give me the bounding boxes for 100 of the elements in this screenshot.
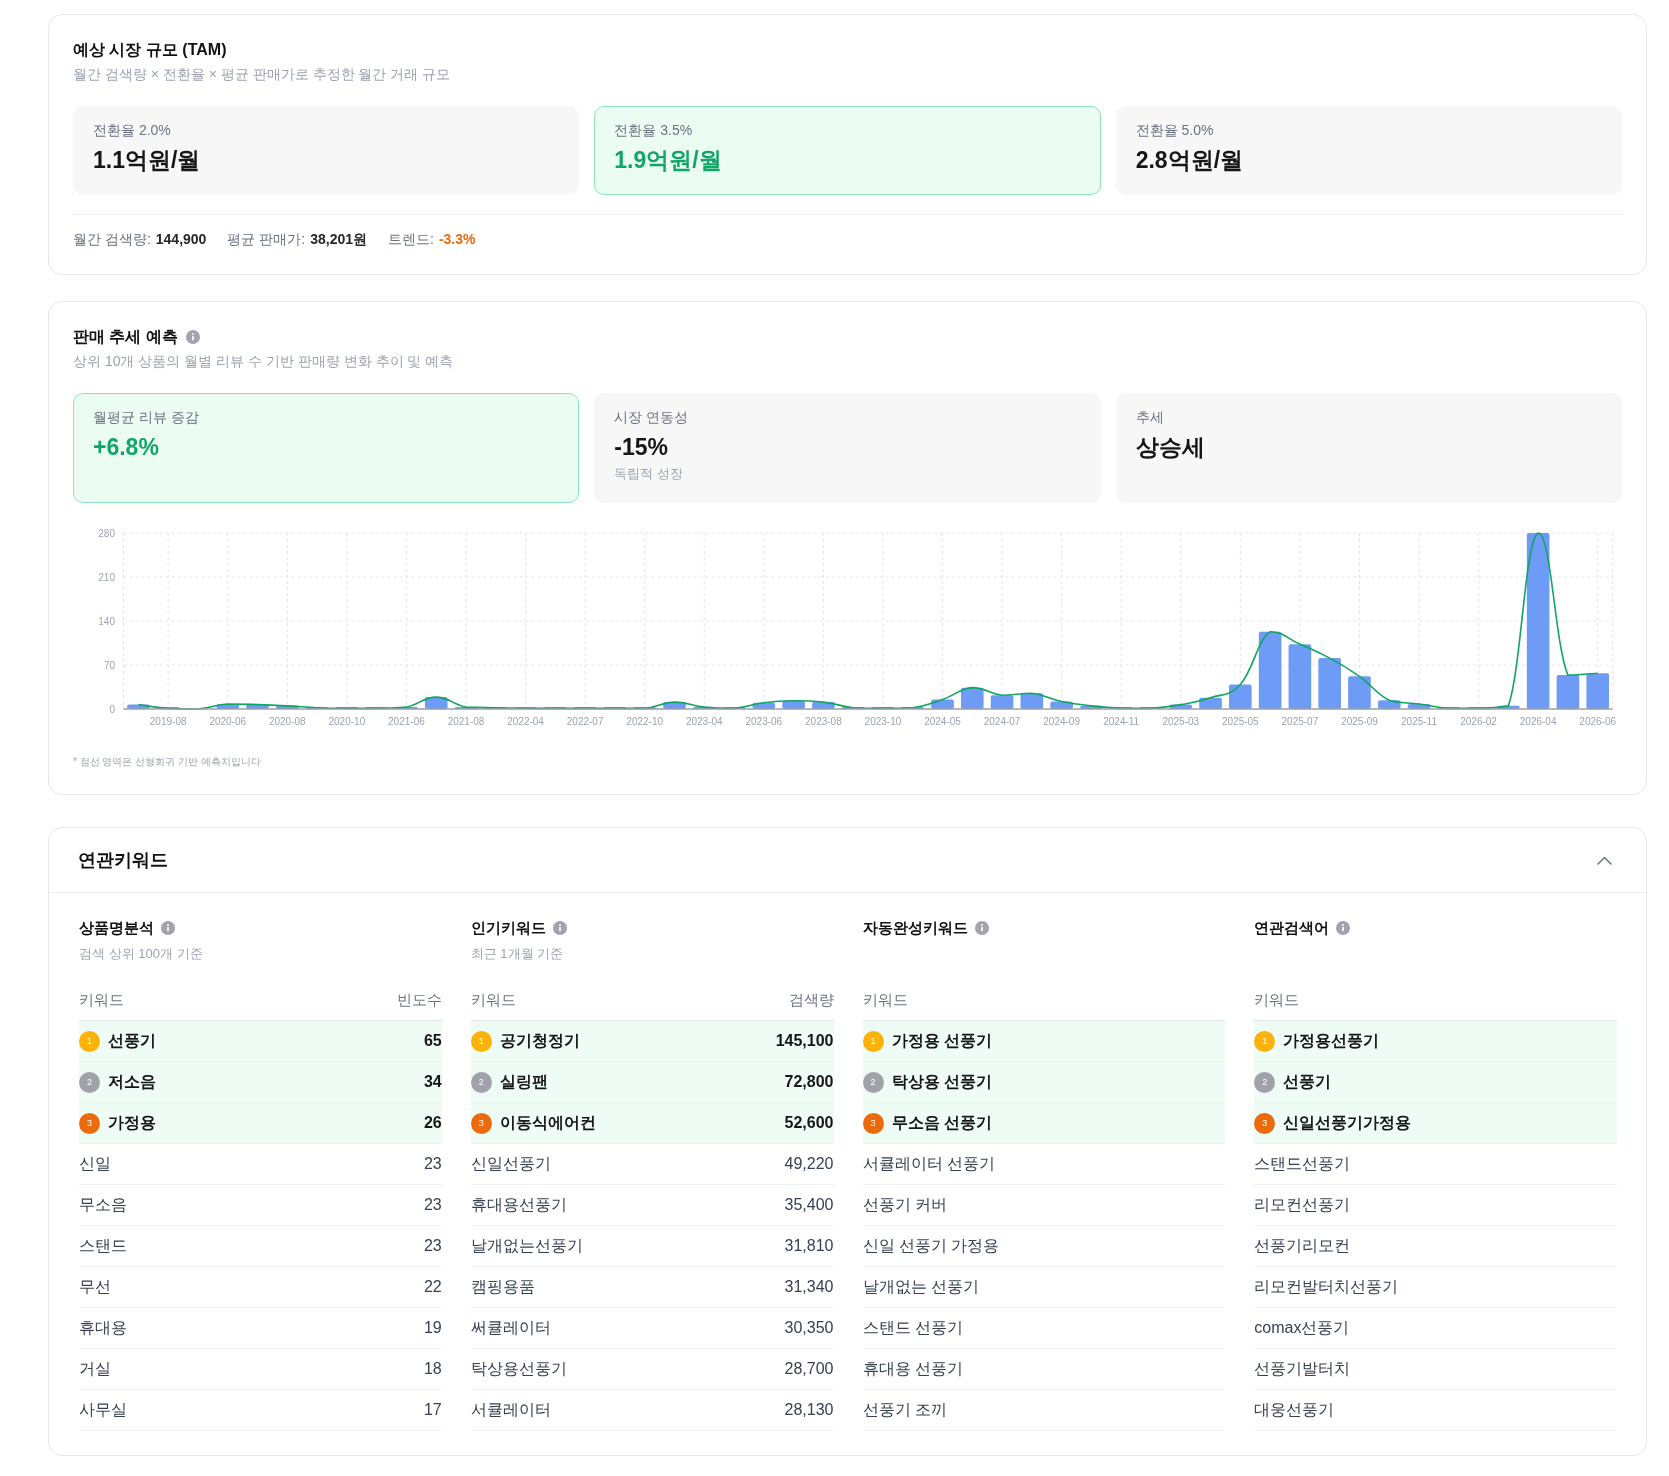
keyword-cell-text: 이동식에어컨	[499, 1112, 596, 1133]
keyword-cell-text: 써큘레이터	[470, 1317, 551, 1338]
keyword-cell-text: 휴대용선풍기	[470, 1194, 567, 1215]
x-axis-label: 2025-03	[1162, 715, 1200, 727]
keyword-cell-text: 가정용	[108, 1112, 156, 1133]
x-axis-label: 2022-10	[626, 715, 664, 727]
x-axis-label: 2022-04	[507, 715, 544, 727]
value-cell: 34	[423, 1073, 442, 1091]
keyword-cell-text: 무소음 선풍기	[891, 1112, 992, 1133]
stat-value: 38,201원	[310, 230, 367, 249]
keyword-cell-text: 신일	[79, 1153, 111, 1174]
x-axis-label: 2025-05	[1221, 715, 1259, 727]
rank-badge: 2	[862, 1071, 884, 1093]
rank-badge: 1	[470, 1030, 492, 1052]
tile-label: 전환율 3.5%	[614, 121, 694, 140]
keyword-cell-text: 캠핑용품	[470, 1276, 535, 1297]
x-axis-label: 2023-08	[805, 715, 842, 727]
keyword-cell-text: 선풍기리모컨	[1254, 1235, 1351, 1256]
y-axis-label: 210	[98, 571, 115, 583]
tile-label: 전환율 5.0%	[1135, 121, 1215, 140]
tile-label: 월평균 리뷰 증감	[93, 408, 200, 427]
tile-note: 독립적 성장	[614, 465, 684, 483]
tile-value: +6.8%	[93, 433, 160, 462]
value-cell: 26	[423, 1114, 442, 1132]
stat-label: 월간 검색량:	[73, 230, 151, 249]
value-cell: 17	[423, 1401, 442, 1419]
rank-badge: 3	[79, 1112, 100, 1134]
keyword-cell-text: 신일선풍기	[470, 1153, 551, 1174]
column-header: 키워드	[1254, 990, 1300, 1010]
column-header: 키워드	[79, 990, 124, 1010]
keyword-cell-text: 휴대용	[79, 1317, 127, 1338]
y-axis-label: 280	[98, 527, 115, 539]
card-title: 예상 시장 규모 (TAM)	[73, 40, 227, 60]
keyword-cell-text: 날개없는 선풍기	[862, 1276, 979, 1297]
value-cell: 18	[423, 1360, 442, 1378]
x-axis-label: 2019-08	[149, 715, 187, 727]
x-axis-label: 2025-07	[1281, 715, 1319, 727]
keyword-cell-text: 무선	[79, 1276, 111, 1297]
value-cell: 19	[423, 1319, 442, 1337]
keyword-cell-text: 사무실	[79, 1399, 127, 1420]
rank-badge: 3	[862, 1112, 884, 1134]
value-cell: 23	[423, 1196, 442, 1214]
keyword-cell-text: 선풍기	[1283, 1071, 1332, 1092]
panel-title: 상품명분석	[79, 918, 154, 938]
value-cell: 35,400	[784, 1196, 834, 1214]
y-axis-label: 0	[109, 703, 115, 715]
x-axis-label: 2024-07	[983, 715, 1021, 727]
value-cell: 23	[423, 1237, 442, 1255]
x-axis-label: 2024-11	[1103, 715, 1140, 727]
x-axis-label: 2024-09	[1043, 715, 1080, 727]
value-cell: 28,700	[784, 1360, 834, 1378]
panel-subtitle: 검색 상위 100개 기준	[79, 945, 204, 963]
keyword-cell-text: 스탠드선풍기	[1254, 1153, 1351, 1174]
x-axis-label: 2021-06	[388, 715, 425, 727]
keyword-cell-text: 신일 선풍기 가정용	[862, 1235, 1000, 1256]
keyword-cell-text: 탁상용 선풍기	[891, 1071, 992, 1092]
rank-badge: 2	[79, 1071, 100, 1093]
panel-title: 자동완성키워드	[862, 918, 968, 938]
x-axis-label: 2020-08	[268, 715, 306, 727]
rank-badge: 1	[862, 1030, 884, 1052]
rank-badge: 1	[1254, 1030, 1276, 1052]
tile-label: 시장 연동성	[614, 408, 690, 427]
panel-title: 인기키워드	[470, 918, 546, 938]
keyword-cell-text: 선풍기	[108, 1030, 156, 1051]
panel-title: 연관검색어	[1254, 918, 1330, 938]
card-title: 판매 추세 예측	[73, 327, 178, 347]
value-cell: 23	[423, 1155, 442, 1173]
value-cell: 31,340	[784, 1278, 834, 1296]
x-axis-label: 2025-09	[1341, 715, 1378, 727]
keyword-cell-text: 저소음	[108, 1071, 156, 1092]
tile-value: 2.8억원/월	[1135, 146, 1245, 175]
keyword-cell-text: 탁상용선풍기	[470, 1358, 567, 1379]
value-cell: 28,130	[784, 1401, 834, 1419]
keyword-cell-text: 선풍기발터치	[1254, 1358, 1351, 1379]
column-header: 키워드	[862, 990, 908, 1010]
stat-label: 평균 판매가:	[227, 230, 306, 249]
card-subtitle: 월간 검색량 × 전환율 × 평균 판매가로 추정한 월간 거래 규모	[73, 65, 452, 84]
chart-footnote: * 점선 영역은 선형회귀 기반 예측치입니다	[73, 755, 262, 769]
keyword-cell-text: 리모컨발터치선풍기	[1254, 1276, 1399, 1297]
rank-badge: 2	[470, 1071, 492, 1093]
tile-value: 상승세	[1135, 433, 1206, 462]
keyword-cell-text: 선풍기 조끼	[862, 1399, 947, 1420]
tile-value: -15%	[614, 433, 670, 462]
rank-badge: 1	[79, 1030, 100, 1052]
x-axis-label: 2024-05	[924, 715, 961, 727]
keyword-cell-text: 신일선풍기가정용	[1283, 1112, 1412, 1133]
rank-badge: 3	[470, 1112, 492, 1134]
keyword-cell-text: 공기청정기	[499, 1030, 580, 1051]
column-header: 키워드	[470, 990, 516, 1010]
tile-value: 1.1억원/월	[93, 146, 202, 175]
stat-value: 144,900	[155, 230, 207, 249]
value-cell: 49,220	[784, 1155, 834, 1173]
keyword-cell-text: 휴대용 선풍기	[862, 1358, 963, 1379]
card-subtitle: 상위 10개 상품의 월별 리뷰 수 기반 판매량 변화 추이 및 예측	[73, 352, 455, 371]
y-axis-label: 70	[103, 659, 115, 671]
stat-value: -3.3%	[438, 230, 476, 249]
tile-label: 추세	[1135, 408, 1165, 427]
keyword-cell-text: 스탠드	[79, 1235, 127, 1256]
keyword-cell-text: comax선풍기	[1254, 1317, 1350, 1338]
x-axis-label: 2026-02	[1460, 715, 1497, 727]
